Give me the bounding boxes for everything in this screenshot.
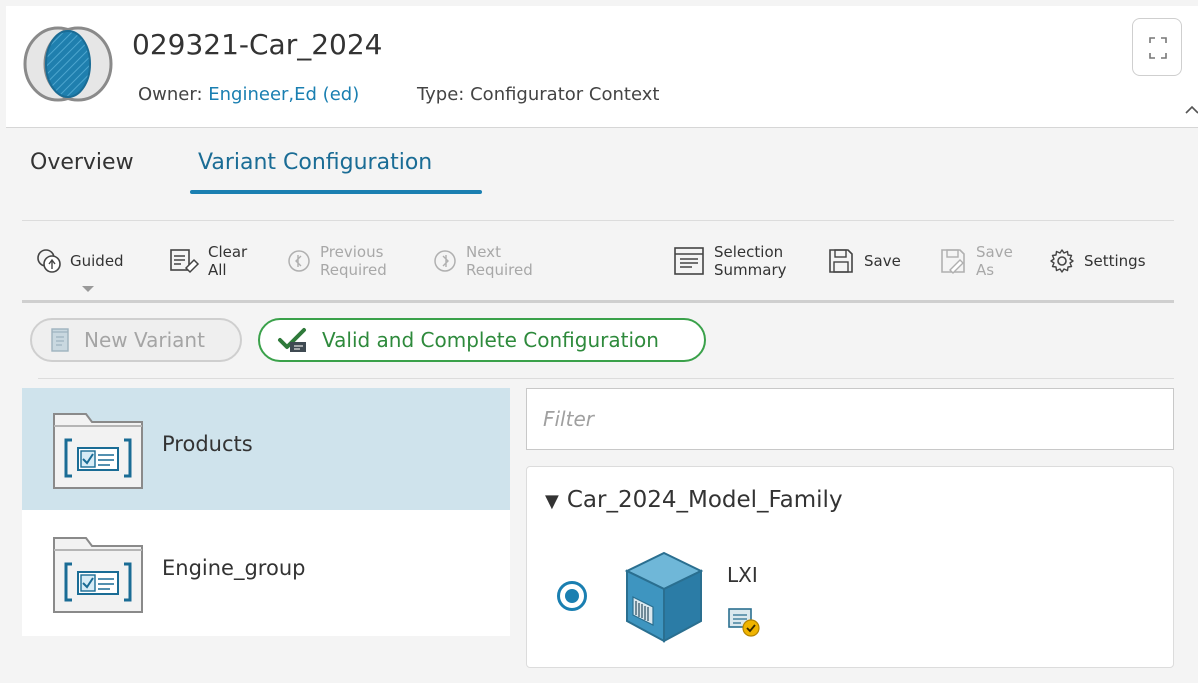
valid-complete-label: Valid and Complete Configuration [322, 328, 659, 352]
save-button[interactable]: Save [826, 236, 901, 286]
tab-bar: Overview Variant Configuration [0, 130, 1198, 221]
guided-icon [37, 249, 61, 273]
model-family-header[interactable]: ▼ Car_2024_Model_Family [545, 487, 843, 513]
guided-button[interactable]: Guided [36, 236, 124, 286]
selection-label: Selection [714, 243, 784, 261]
next-required-button[interactable]: Next Required [432, 236, 533, 286]
divider [38, 378, 1174, 379]
type-label: Type: [416, 84, 465, 105]
model-family-name: Car_2024_Model_Family [566, 487, 843, 513]
valid-check-icon [278, 328, 306, 352]
save-label: Save [864, 252, 901, 270]
all-label: All [208, 261, 227, 279]
divider [22, 220, 1174, 221]
previous-required-button[interactable]: Previous Required [286, 236, 387, 286]
radio-selected-dot [565, 589, 579, 603]
clear-all-icon [170, 249, 200, 274]
group-item-products[interactable]: Products [22, 388, 510, 510]
configuration-toolbar: Guided Clear All Previous Required Next Req… [22, 230, 1174, 302]
group-label: Products [162, 432, 253, 456]
settings-label: Settings [1084, 252, 1146, 270]
settings-button[interactable]: Settings [1048, 236, 1146, 286]
selection-summary-button[interactable]: Selection Summary [672, 236, 787, 286]
clear-all-button[interactable]: Clear All [168, 236, 247, 286]
object-meta: Owner: Engineer,Ed (ed) Type: Configurat… [138, 84, 659, 105]
next-required-icon [434, 250, 456, 272]
required-label: Required [320, 261, 387, 279]
owner-label: Owner: [138, 84, 203, 105]
page-title: 029321-Car_2024 [132, 28, 383, 61]
save-icon [829, 249, 853, 273]
guided-label: Guided [70, 252, 124, 270]
required-label: Required [466, 261, 533, 279]
new-variant-button[interactable]: New Variant [30, 318, 242, 362]
tab-overview[interactable]: Overview [30, 150, 134, 175]
new-variant-icon [51, 328, 69, 352]
chevron-up-icon[interactable] [1184, 102, 1198, 118]
tab-variant-configuration[interactable]: Variant Configuration [198, 150, 432, 175]
filter-field[interactable] [526, 388, 1174, 450]
collapse-triangle-icon[interactable]: ▼ [545, 491, 559, 512]
save-as-icon [941, 249, 965, 274]
selection-summary-icon [674, 247, 704, 275]
option-group-icon [53, 413, 143, 489]
chevron-down-icon[interactable] [82, 286, 94, 292]
fullscreen-button[interactable] [1132, 18, 1182, 76]
divider [22, 300, 1174, 303]
active-tab-indicator [190, 190, 482, 194]
previous-required-icon [288, 250, 310, 272]
previous-label: Previous [320, 243, 384, 261]
product-box-icon [624, 551, 704, 643]
model-family-card: ▼ Car_2024_Model_Family LXI [526, 466, 1174, 668]
save-as-button[interactable]: Save As [938, 236, 1013, 286]
group-item-engine-group[interactable]: Engine_group [22, 512, 510, 634]
summary-label: Summary [714, 261, 787, 279]
fullscreen-icon [1149, 37, 1167, 59]
configuration-status-badge[interactable]: Valid and Complete Configuration [258, 318, 706, 362]
group-label: Engine_group [162, 556, 306, 580]
gear-icon [1050, 249, 1074, 273]
option-group-list: Products Engine_group [22, 388, 510, 636]
save-as-label-2: As [976, 261, 995, 279]
object-header: 029321-Car_2024 Owner: Engineer,Ed (ed) … [6, 6, 1198, 128]
option-label-lxi: LXI [727, 563, 758, 587]
owner-link[interactable]: Engineer,Ed (ed) [208, 84, 359, 105]
valid-option-badge-icon [728, 608, 760, 637]
configurator-context-icon [23, 26, 113, 102]
option-radio-lxi[interactable] [557, 581, 587, 611]
new-variant-label: New Variant [84, 328, 205, 352]
filter-input[interactable] [527, 389, 1173, 449]
next-label: Next [466, 243, 501, 261]
clear-label: Clear [208, 243, 248, 261]
type-value: Configurator Context [470, 84, 660, 105]
option-group-icon [53, 537, 143, 613]
save-as-label-1: Save [976, 243, 1013, 261]
